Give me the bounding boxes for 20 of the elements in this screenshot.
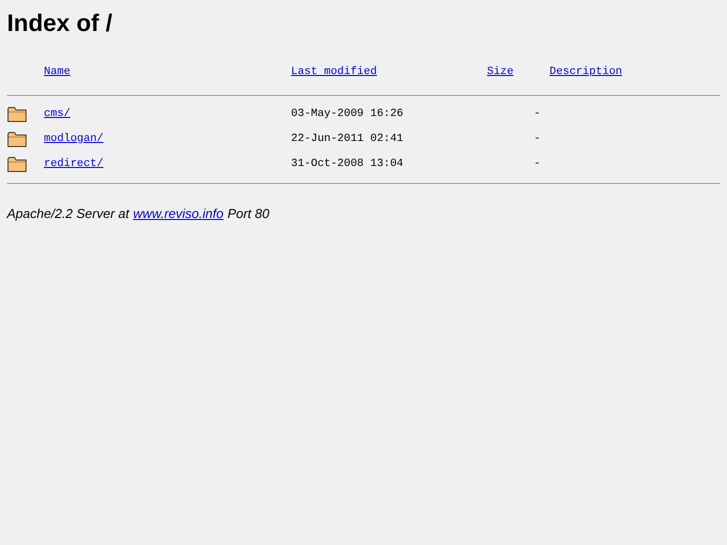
modified-date: 31-Oct-2008 13:04	[291, 158, 404, 170]
modified-date: 03-May-2009 16:26	[291, 108, 404, 120]
file-size: -	[534, 158, 541, 170]
server-link[interactable]: www.reviso.info	[133, 204, 224, 223]
page-title: Index of /	[7, 9, 114, 39]
folder-icon	[7, 130, 27, 148]
folder-link[interactable]: cms/	[44, 108, 70, 120]
column-header-link[interactable]: Name	[44, 66, 70, 78]
folder-link[interactable]: modlogan/	[44, 132, 104, 145]
modified-date: 22-Jun-2011 02:41	[291, 132, 404, 145]
column-header-link[interactable]: Size	[487, 66, 514, 78]
folder-icon	[7, 106, 27, 122]
file-size: -	[534, 132, 541, 145]
folder-link[interactable]: redirect/	[44, 158, 104, 170]
file-size: -	[534, 108, 541, 120]
column-header-link[interactable]: Last modified	[291, 66, 377, 78]
folder-icon	[7, 156, 27, 172]
column-header-link[interactable]: Description	[550, 66, 622, 78]
server-port: Port 80	[227, 204, 270, 222]
server-info: Apache/2.2 Server at	[7, 204, 130, 223]
